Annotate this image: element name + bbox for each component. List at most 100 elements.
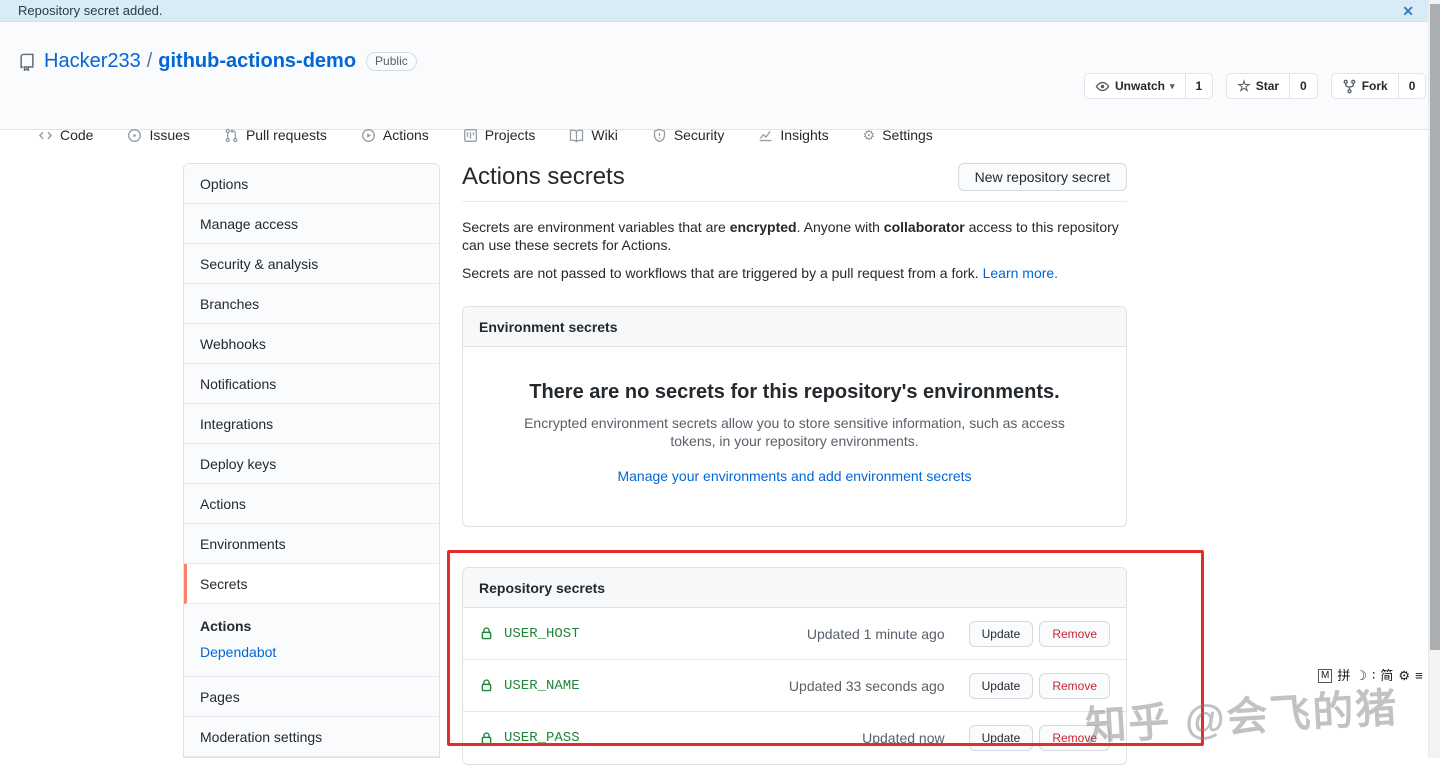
- tab-label: Actions: [382, 127, 429, 143]
- watch-group: Unwatch ▾ 1: [1084, 73, 1214, 99]
- star-button[interactable]: ☆ Star: [1226, 73, 1291, 99]
- remove-button[interactable]: Remove: [1039, 725, 1110, 751]
- remove-button[interactable]: Remove: [1039, 672, 1110, 699]
- tab-actions[interactable]: Actions: [353, 120, 437, 150]
- ime-mode-icon[interactable]: M: [1318, 669, 1333, 683]
- ime-toolbar: M 拼 ☽ ∶ 简 ⚙ ≡: [1318, 668, 1423, 684]
- flash-banner: Repository secret added. ✕: [0, 0, 1440, 22]
- sidebar-item-secrets[interactable]: Secrets: [184, 564, 439, 604]
- repo-nav-tabs: Code Issues Pull requests Actions Projec…: [30, 120, 941, 150]
- sidebar-item-actions[interactable]: Actions: [184, 484, 439, 524]
- main-header: Actions secrets New repository secret: [462, 163, 1127, 202]
- update-button[interactable]: Update: [968, 620, 1034, 647]
- tab-issues[interactable]: Issues: [119, 120, 197, 150]
- sidebar-item-options[interactable]: Options: [184, 164, 439, 204]
- gear-icon: ⚙: [862, 126, 876, 143]
- unwatch-label: Unwatch: [1115, 79, 1166, 93]
- watermark-text: 知乎 @会飞的猪: [1084, 684, 1400, 750]
- repo-header: Hacker233 / github-actions-demo Public U…: [0, 22, 1440, 143]
- star-group: ☆ Star 0: [1226, 73, 1318, 99]
- repository-secrets-header: Repository secrets: [463, 568, 1126, 608]
- repo-owner-link[interactable]: Hacker233: [44, 50, 141, 73]
- sidebar-item-webhooks[interactable]: Webhooks: [184, 324, 439, 364]
- sidebar-item-integrations[interactable]: Integrations: [184, 404, 439, 444]
- visibility-badge: Public: [366, 52, 417, 71]
- sidebar-item-manage-access[interactable]: Manage access: [184, 204, 439, 244]
- issue-icon: [127, 128, 142, 143]
- tab-label: Settings: [882, 127, 933, 143]
- secret-updated: Updated now: [862, 730, 945, 746]
- tab-pull-requests[interactable]: Pull requests: [216, 120, 335, 150]
- sidebar-item-environments[interactable]: Environments: [184, 524, 439, 564]
- tab-settings[interactable]: ⚙ Settings: [855, 120, 941, 150]
- star-count[interactable]: 0: [1290, 73, 1318, 99]
- sidebar-item-pages[interactable]: Pages: [184, 677, 439, 717]
- tab-label: Wiki: [591, 127, 618, 143]
- secret-name: USER_HOST: [504, 625, 580, 642]
- intro-paragraph-2: Secrets are not passed to workflows that…: [462, 265, 1059, 281]
- play-icon: [361, 128, 376, 143]
- simplified-chinese-icon[interactable]: 简: [1380, 668, 1393, 684]
- pull-request-icon: [224, 128, 239, 143]
- flash-message: Repository secret added.: [18, 3, 163, 18]
- scrollbar-track[interactable]: [1428, 0, 1440, 758]
- project-icon: [463, 128, 478, 143]
- fork-count[interactable]: 0: [1398, 73, 1427, 99]
- main-content: Actions secrets New repository secret Se…: [462, 163, 1127, 765]
- unwatch-button[interactable]: Unwatch ▾: [1084, 73, 1186, 99]
- subnav-dependabot-link[interactable]: Dependabot: [200, 644, 276, 660]
- intro-text: Secrets are environment variables that a…: [462, 218, 1127, 282]
- ime-settings-gear-icon[interactable]: ⚙: [1398, 668, 1410, 684]
- environment-secrets-header: Environment secrets: [463, 307, 1126, 347]
- secret-row: USER_NAME Updated 33 seconds ago Update …: [463, 660, 1126, 712]
- graph-icon: [758, 128, 773, 143]
- tab-wiki[interactable]: Wiki: [561, 120, 625, 150]
- update-button[interactable]: Update: [968, 725, 1034, 751]
- settings-sidebar: Options Manage access Security & analysi…: [183, 163, 440, 758]
- fork-icon: [1342, 79, 1357, 94]
- sidebar-item-security-analysis[interactable]: Security & analysis: [184, 244, 439, 284]
- chevron-down-icon: ▾: [1170, 80, 1175, 91]
- manage-environments-link[interactable]: Manage your environments and add environ…: [617, 468, 971, 484]
- sidebar-item-moderation-settings[interactable]: Moderation settings: [184, 717, 439, 757]
- lock-icon: [479, 678, 494, 693]
- secret-name: USER_NAME: [504, 677, 580, 694]
- code-icon: [38, 128, 53, 143]
- page-title: Actions secrets: [462, 163, 625, 190]
- tab-security[interactable]: Security: [644, 120, 733, 150]
- scrollbar-thumb[interactable]: [1430, 4, 1440, 650]
- environment-secrets-empty-state: There are no secrets for this repository…: [463, 347, 1126, 526]
- sidebar-item-branches[interactable]: Branches: [184, 284, 439, 324]
- new-repository-secret-button[interactable]: New repository secret: [957, 163, 1127, 191]
- sidebar-item-deploy-keys[interactable]: Deploy keys: [184, 444, 439, 484]
- star-label: Star: [1255, 79, 1280, 93]
- star-icon: ☆: [1237, 78, 1251, 95]
- punctuation-icon[interactable]: ∶: [1372, 668, 1375, 684]
- fork-group: Fork 0: [1330, 73, 1427, 99]
- lock-icon: [479, 731, 494, 746]
- lock-icon: [479, 626, 494, 641]
- close-icon[interactable]: ✕: [1402, 1, 1414, 21]
- subnav-actions-label[interactable]: Actions: [200, 618, 423, 634]
- fork-label: Fork: [1361, 79, 1388, 93]
- tab-label: Insights: [780, 127, 829, 143]
- update-button[interactable]: Update: [968, 672, 1034, 699]
- shield-icon: [652, 128, 667, 143]
- ime-pinyin-icon[interactable]: 拼: [1337, 668, 1350, 684]
- book-icon: [569, 128, 584, 143]
- secret-updated: Updated 1 minute ago: [806, 625, 945, 642]
- repo-name-link[interactable]: github-actions-demo: [158, 50, 356, 73]
- sidebar-item-notifications[interactable]: Notifications: [184, 364, 439, 404]
- tab-code[interactable]: Code: [30, 120, 101, 150]
- remove-button[interactable]: Remove: [1039, 620, 1110, 647]
- eye-icon: [1095, 79, 1110, 94]
- repo-icon: [18, 53, 36, 71]
- watch-count[interactable]: 1: [1185, 73, 1214, 99]
- tab-projects[interactable]: Projects: [455, 120, 544, 150]
- tab-insights[interactable]: Insights: [750, 120, 836, 150]
- empty-state-title: There are no secrets for this repository…: [529, 381, 1060, 403]
- learn-more-link[interactable]: Learn more.: [983, 265, 1058, 281]
- fork-button[interactable]: Fork: [1330, 73, 1399, 99]
- moon-icon[interactable]: ☽: [1355, 668, 1367, 684]
- ime-menu-icon[interactable]: ≡: [1415, 668, 1423, 684]
